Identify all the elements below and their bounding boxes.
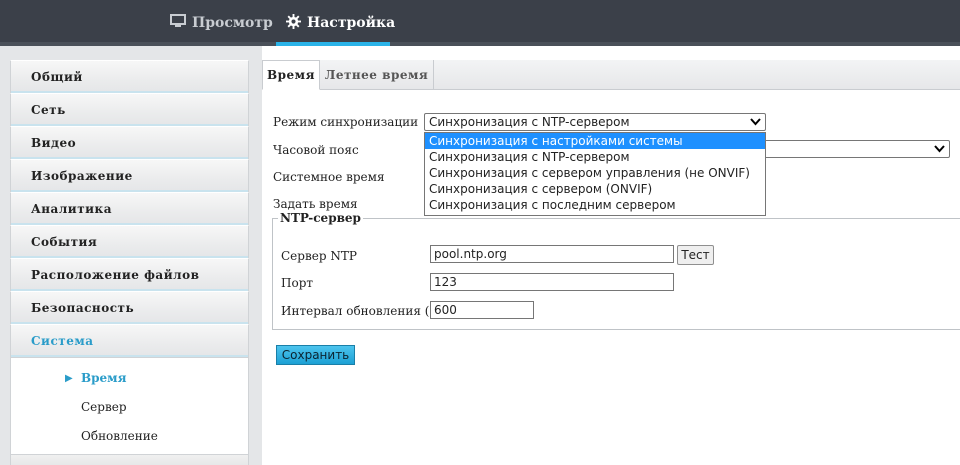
sidebar-item-file-location[interactable]: Расположение файлов	[10, 258, 249, 291]
update-interval-label: Интервал обновления (с)	[281, 304, 441, 318]
settings-content: Время Летнее время Режим синхронизации С…	[262, 46, 960, 465]
port-input[interactable]: 123	[430, 273, 674, 291]
sidebar-item-video[interactable]: Видео	[10, 126, 249, 159]
sync-mode-value: Синхронизация с NTP-сервером	[429, 115, 630, 129]
arrow-right-icon: ▶	[65, 372, 73, 384]
port-label: Порт	[281, 276, 314, 290]
dropdown-option[interactable]: Синхронизация с сервером (ONVIF)	[425, 181, 765, 197]
nav-settings-label: Настройка	[307, 15, 396, 31]
sidebar: Общий Сеть Видео Изображение Аналитика С…	[0, 46, 262, 465]
monitor-icon	[170, 14, 192, 32]
chevron-down-icon	[750, 116, 761, 130]
ntp-group-legend: NTP-сервер	[278, 211, 363, 225]
sidebar-item-general[interactable]: Общий	[10, 60, 249, 93]
save-button[interactable]: Сохранить	[276, 345, 355, 365]
submenu-item-update[interactable]: Обновление	[81, 429, 158, 443]
chevron-down-icon	[934, 143, 945, 157]
sidebar-menu: Общий Сеть Видео Изображение Аналитика С…	[10, 60, 249, 465]
dropdown-option[interactable]: Синхронизация с сервером управления (не …	[425, 165, 765, 181]
system-time-label: Системное время	[273, 170, 385, 184]
nav-view-label: Просмотр	[192, 15, 273, 31]
system-submenu: ▶ Время Сервер Обновление	[10, 357, 249, 455]
submenu-item-time-label: Время	[81, 371, 127, 385]
ntp-server-input[interactable]: pool.ntp.org	[430, 245, 674, 263]
ntp-server-label: Сервер NTP	[281, 249, 357, 263]
sidebar-menu-end	[10, 455, 249, 465]
sidebar-item-system[interactable]: Система	[10, 324, 249, 357]
dropdown-option[interactable]: Синхронизация с NTP-сервером	[425, 149, 765, 165]
sidebar-item-network[interactable]: Сеть	[10, 93, 249, 126]
update-interval-value: 600	[434, 303, 457, 317]
sync-mode-dropdown-list[interactable]: Синхронизация с настройками системы Синх…	[424, 132, 766, 216]
sidebar-item-image[interactable]: Изображение	[10, 159, 249, 192]
update-interval-input[interactable]: 600	[430, 301, 534, 319]
nav-settings-tab[interactable]: Настройка	[276, 0, 395, 46]
sync-mode-label: Режим синхронизации	[273, 115, 419, 129]
top-navigation-bar	[0, 0, 960, 46]
tab-time[interactable]: Время	[262, 60, 320, 90]
sidebar-item-security[interactable]: Безопасность	[10, 291, 249, 324]
gear-icon	[286, 13, 307, 33]
sync-mode-select[interactable]: Синхронизация с NTP-сервером	[424, 113, 766, 131]
dropdown-option[interactable]: Синхронизация с настройками системы	[425, 133, 765, 149]
submenu-item-server[interactable]: Сервер	[81, 400, 127, 414]
test-button[interactable]: Тест	[677, 245, 714, 265]
port-value: 123	[434, 275, 457, 289]
sidebar-item-events[interactable]: События	[10, 225, 249, 258]
sidebar-item-analytics[interactable]: Аналитика	[10, 192, 249, 225]
dropdown-option[interactable]: Синхронизация с последним сервером	[425, 197, 765, 213]
tab-bar: Время Летнее время	[262, 60, 960, 90]
nav-view-tab[interactable]: Просмотр	[170, 0, 273, 46]
ntp-server-value: pool.ntp.org	[434, 247, 507, 261]
tab-daylight-saving[interactable]: Летнее время	[320, 60, 434, 90]
timezone-label: Часовой пояс	[273, 143, 359, 157]
submenu-item-time[interactable]: ▶ Время	[65, 371, 127, 385]
set-time-label: Задать время	[273, 197, 358, 211]
